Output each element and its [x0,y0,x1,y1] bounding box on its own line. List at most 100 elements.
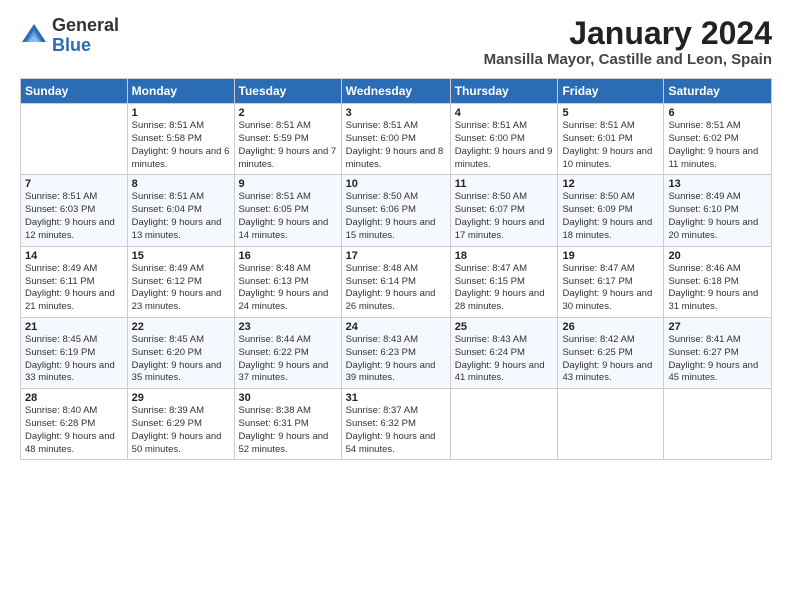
day-number: 29 [132,392,230,404]
col-thursday: Thursday [450,79,558,104]
day-number: 5 [562,107,659,119]
day-info: Sunrise: 8:37 AM Sunset: 6:32 PM Dayligh… [346,405,446,456]
cell-w4-d5: 25Sunrise: 8:43 AM Sunset: 6:24 PM Dayli… [450,317,558,388]
day-info: Sunrise: 8:40 AM Sunset: 6:28 PM Dayligh… [25,405,123,456]
logo-general: General [52,15,119,35]
week-row-1: 1Sunrise: 8:51 AM Sunset: 5:58 PM Daylig… [21,104,772,175]
cell-w2-d5: 11Sunrise: 8:50 AM Sunset: 6:07 PM Dayli… [450,175,558,246]
day-number: 26 [562,321,659,333]
week-row-3: 14Sunrise: 8:49 AM Sunset: 6:11 PM Dayli… [21,246,772,317]
day-info: Sunrise: 8:51 AM Sunset: 6:05 PM Dayligh… [239,191,337,242]
day-info: Sunrise: 8:41 AM Sunset: 6:27 PM Dayligh… [668,334,767,385]
week-row-4: 21Sunrise: 8:45 AM Sunset: 6:19 PM Dayli… [21,317,772,388]
cell-w2-d3: 9Sunrise: 8:51 AM Sunset: 6:05 PM Daylig… [234,175,341,246]
logo-blue: Blue [52,35,91,55]
logo-text: General Blue [52,16,119,56]
day-number: 10 [346,178,446,190]
cell-w1-d4: 3Sunrise: 8:51 AM Sunset: 6:00 PM Daylig… [341,104,450,175]
logo: General Blue [20,16,119,56]
header: General Blue January 2024 Mansilla Mayor… [20,16,772,68]
cell-w3-d3: 16Sunrise: 8:48 AM Sunset: 6:13 PM Dayli… [234,246,341,317]
day-info: Sunrise: 8:50 AM Sunset: 6:06 PM Dayligh… [346,191,446,242]
cell-w2-d7: 13Sunrise: 8:49 AM Sunset: 6:10 PM Dayli… [664,175,772,246]
day-number: 19 [562,250,659,262]
page-subtitle: Mansilla Mayor, Castille and Leon, Spain [484,51,772,68]
day-info: Sunrise: 8:45 AM Sunset: 6:19 PM Dayligh… [25,334,123,385]
calendar-table: Sunday Monday Tuesday Wednesday Thursday… [20,78,772,460]
day-number: 23 [239,321,337,333]
cell-w4-d3: 23Sunrise: 8:44 AM Sunset: 6:22 PM Dayli… [234,317,341,388]
day-info: Sunrise: 8:51 AM Sunset: 6:04 PM Dayligh… [132,191,230,242]
day-info: Sunrise: 8:46 AM Sunset: 6:18 PM Dayligh… [668,263,767,314]
day-number: 30 [239,392,337,404]
day-number: 15 [132,250,230,262]
col-friday: Friday [558,79,664,104]
week-row-5: 28Sunrise: 8:40 AM Sunset: 6:28 PM Dayli… [21,389,772,460]
day-number: 3 [346,107,446,119]
cell-w5-d5 [450,389,558,460]
cell-w4-d7: 27Sunrise: 8:41 AM Sunset: 6:27 PM Dayli… [664,317,772,388]
day-number: 4 [455,107,554,119]
day-number: 28 [25,392,123,404]
cell-w5-d2: 29Sunrise: 8:39 AM Sunset: 6:29 PM Dayli… [127,389,234,460]
cell-w1-d7: 6Sunrise: 8:51 AM Sunset: 6:02 PM Daylig… [664,104,772,175]
day-info: Sunrise: 8:51 AM Sunset: 5:58 PM Dayligh… [132,120,230,171]
cell-w2-d2: 8Sunrise: 8:51 AM Sunset: 6:04 PM Daylig… [127,175,234,246]
day-info: Sunrise: 8:51 AM Sunset: 6:02 PM Dayligh… [668,120,767,171]
day-info: Sunrise: 8:39 AM Sunset: 6:29 PM Dayligh… [132,405,230,456]
day-number: 13 [668,178,767,190]
logo-icon [20,22,48,50]
cell-w3-d2: 15Sunrise: 8:49 AM Sunset: 6:12 PM Dayli… [127,246,234,317]
day-number: 18 [455,250,554,262]
day-number: 9 [239,178,337,190]
day-info: Sunrise: 8:51 AM Sunset: 6:00 PM Dayligh… [455,120,554,171]
cell-w3-d6: 19Sunrise: 8:47 AM Sunset: 6:17 PM Dayli… [558,246,664,317]
day-info: Sunrise: 8:49 AM Sunset: 6:10 PM Dayligh… [668,191,767,242]
day-number: 22 [132,321,230,333]
cell-w4-d6: 26Sunrise: 8:42 AM Sunset: 6:25 PM Dayli… [558,317,664,388]
day-info: Sunrise: 8:48 AM Sunset: 6:13 PM Dayligh… [239,263,337,314]
day-number: 6 [668,107,767,119]
cell-w5-d3: 30Sunrise: 8:38 AM Sunset: 6:31 PM Dayli… [234,389,341,460]
day-info: Sunrise: 8:50 AM Sunset: 6:07 PM Dayligh… [455,191,554,242]
col-monday: Monday [127,79,234,104]
day-info: Sunrise: 8:43 AM Sunset: 6:24 PM Dayligh… [455,334,554,385]
day-info: Sunrise: 8:51 AM Sunset: 6:03 PM Dayligh… [25,191,123,242]
page: General Blue January 2024 Mansilla Mayor… [0,0,792,612]
cell-w5-d1: 28Sunrise: 8:40 AM Sunset: 6:28 PM Dayli… [21,389,128,460]
cell-w1-d6: 5Sunrise: 8:51 AM Sunset: 6:01 PM Daylig… [558,104,664,175]
cell-w4-d1: 21Sunrise: 8:45 AM Sunset: 6:19 PM Dayli… [21,317,128,388]
page-title: January 2024 [484,16,772,51]
day-info: Sunrise: 8:43 AM Sunset: 6:23 PM Dayligh… [346,334,446,385]
cell-w3-d1: 14Sunrise: 8:49 AM Sunset: 6:11 PM Dayli… [21,246,128,317]
cell-w5-d7 [664,389,772,460]
day-info: Sunrise: 8:45 AM Sunset: 6:20 PM Dayligh… [132,334,230,385]
day-number: 27 [668,321,767,333]
week-row-2: 7Sunrise: 8:51 AM Sunset: 6:03 PM Daylig… [21,175,772,246]
day-number: 1 [132,107,230,119]
col-sunday: Sunday [21,79,128,104]
cell-w5-d6 [558,389,664,460]
day-info: Sunrise: 8:51 AM Sunset: 5:59 PM Dayligh… [239,120,337,171]
cell-w2-d1: 7Sunrise: 8:51 AM Sunset: 6:03 PM Daylig… [21,175,128,246]
cell-w4-d2: 22Sunrise: 8:45 AM Sunset: 6:20 PM Dayli… [127,317,234,388]
day-info: Sunrise: 8:51 AM Sunset: 6:01 PM Dayligh… [562,120,659,171]
day-number: 16 [239,250,337,262]
cell-w1-d5: 4Sunrise: 8:51 AM Sunset: 6:00 PM Daylig… [450,104,558,175]
title-block: January 2024 Mansilla Mayor, Castille an… [484,16,772,68]
day-number: 20 [668,250,767,262]
day-number: 12 [562,178,659,190]
day-info: Sunrise: 8:50 AM Sunset: 6:09 PM Dayligh… [562,191,659,242]
day-number: 24 [346,321,446,333]
day-info: Sunrise: 8:42 AM Sunset: 6:25 PM Dayligh… [562,334,659,385]
cell-w1-d1 [21,104,128,175]
cell-w4-d4: 24Sunrise: 8:43 AM Sunset: 6:23 PM Dayli… [341,317,450,388]
day-number: 14 [25,250,123,262]
col-saturday: Saturday [664,79,772,104]
day-number: 25 [455,321,554,333]
cell-w2-d4: 10Sunrise: 8:50 AM Sunset: 6:06 PM Dayli… [341,175,450,246]
cell-w3-d4: 17Sunrise: 8:48 AM Sunset: 6:14 PM Dayli… [341,246,450,317]
day-info: Sunrise: 8:48 AM Sunset: 6:14 PM Dayligh… [346,263,446,314]
day-number: 17 [346,250,446,262]
day-info: Sunrise: 8:49 AM Sunset: 6:12 PM Dayligh… [132,263,230,314]
